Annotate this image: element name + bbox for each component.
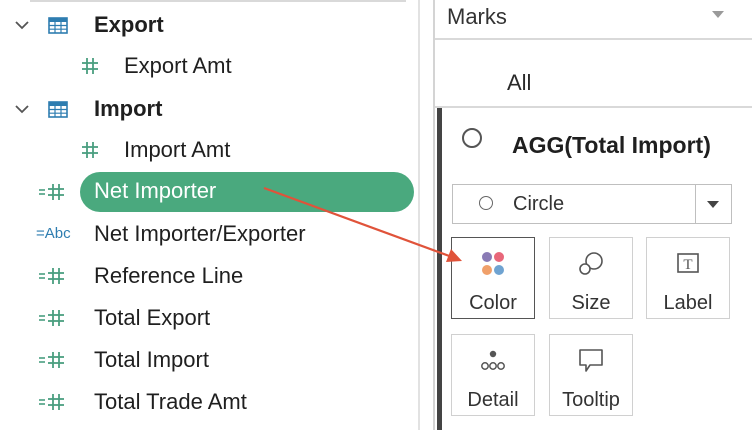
- pane-top-border: [30, 0, 406, 2]
- divider: [435, 38, 752, 40]
- measure-title[interactable]: AGG(Total Import): [512, 132, 711, 159]
- calc-measure-icon: [39, 268, 64, 284]
- selected-field-pill[interactable]: Net Importer: [80, 172, 414, 212]
- circle-icon: [479, 196, 493, 210]
- chevron-down-icon[interactable]: [14, 102, 30, 116]
- field-name: Total Import: [94, 347, 209, 372]
- button-label: Detail: [467, 389, 519, 411]
- marks-card: Marks All AGG(Total Import) Circle Color…: [433, 0, 752, 430]
- table-row-export[interactable]: Export: [0, 5, 420, 45]
- calc-measure-icon: [39, 352, 64, 368]
- mark-type-select[interactable]: Circle: [452, 184, 732, 224]
- measure-hash-icon: [82, 142, 98, 158]
- button-label: Size: [571, 292, 611, 314]
- color-icon: [482, 252, 504, 275]
- button-label: Label: [663, 292, 713, 314]
- caret-down-icon[interactable]: [711, 9, 725, 19]
- field-name: Import Amt: [124, 137, 231, 162]
- marks-all-tab[interactable]: All: [507, 70, 531, 96]
- calc-string-icon: =Abc: [36, 225, 71, 242]
- dropdown-arrow-icon[interactable]: [706, 200, 720, 209]
- detail-icon: [481, 350, 505, 370]
- size-icon: [579, 252, 603, 275]
- field-total-export[interactable]: Total Export: [0, 298, 420, 338]
- button-label: Color: [469, 292, 517, 314]
- table-name: Import: [94, 96, 163, 121]
- field-name: Total Trade Amt: [94, 389, 247, 414]
- field-export-amt[interactable]: Export Amt: [0, 46, 420, 86]
- calc-measure-icon: [39, 394, 64, 410]
- color-button[interactable]: Color: [451, 237, 535, 319]
- tooltip-button[interactable]: Tooltip: [549, 334, 633, 416]
- marks-header: Marks: [435, 0, 752, 38]
- field-reference-line[interactable]: Reference Line: [0, 256, 420, 296]
- field-name: Total Export: [94, 305, 211, 330]
- mark-type-value: Circle: [513, 193, 565, 215]
- svg-text:T: T: [683, 257, 692, 273]
- table-name: Export: [94, 12, 164, 37]
- field-import-amt[interactable]: Import Amt: [0, 130, 420, 170]
- pane-divider[interactable]: [418, 0, 420, 430]
- detail-button[interactable]: Detail: [451, 334, 535, 416]
- measure-marks-section: AGG(Total Import) Circle Color Size T La…: [437, 108, 752, 430]
- calc-measure-icon: [39, 184, 64, 200]
- field-name: Export Amt: [124, 53, 232, 78]
- select-divider: [695, 185, 696, 223]
- chevron-down-icon[interactable]: [14, 18, 30, 32]
- field-name: Reference Line: [94, 263, 244, 288]
- marks-title: Marks: [447, 4, 507, 29]
- button-label: Tooltip: [562, 389, 620, 411]
- calc-measure-icon: [39, 310, 64, 326]
- table-icon: [48, 101, 68, 118]
- field-total-import[interactable]: Total Import: [0, 340, 420, 380]
- label-icon: T: [677, 253, 699, 273]
- field-net-importer-exporter[interactable]: =Abc Net Importer/Exporter: [0, 214, 420, 254]
- field-total-trade-amt[interactable]: Total Trade Amt: [0, 382, 420, 422]
- table-row-import[interactable]: Import: [0, 89, 420, 129]
- tooltip-icon: [579, 349, 603, 372]
- label-button[interactable]: T Label: [646, 237, 730, 319]
- measure-hash-icon: [82, 58, 98, 74]
- table-icon: [48, 17, 68, 34]
- field-name: Net Importer: [94, 178, 217, 203]
- size-button[interactable]: Size: [549, 237, 633, 319]
- field-name: Net Importer/Exporter: [94, 221, 306, 246]
- radio-button[interactable]: [462, 128, 482, 148]
- data-pane: Export Export Amt Import Import Amt Net …: [0, 0, 420, 430]
